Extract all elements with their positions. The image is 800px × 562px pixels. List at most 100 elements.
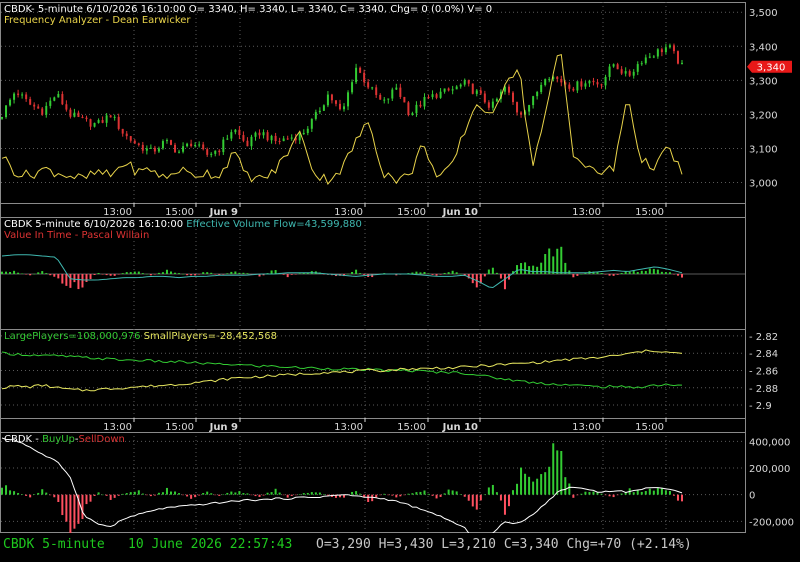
time-tick-label-0-7: 15:00 — [635, 207, 664, 218]
volume-bar — [447, 272, 450, 274]
candle-body — [322, 105, 325, 111]
players-ytick-0: - 2.82 — [749, 332, 778, 343]
volume-bar — [451, 270, 454, 274]
players-ytick-1: - 2.84 — [749, 349, 778, 360]
buysell-bar — [395, 494, 398, 498]
candle-body — [556, 76, 559, 80]
candle-body — [544, 79, 547, 85]
candle-body — [608, 66, 611, 77]
buysell-ytick-3: -200,000 — [749, 517, 794, 528]
volume-bar — [664, 272, 667, 274]
candle-body — [5, 105, 8, 118]
candle-body — [286, 138, 289, 140]
volume-bar — [113, 274, 116, 276]
buysell-bar — [53, 494, 56, 498]
volume-bar — [359, 273, 362, 274]
volume-bar — [133, 271, 136, 274]
candle-body — [121, 128, 124, 134]
candle-body — [447, 88, 450, 91]
candle-body — [624, 71, 627, 74]
candle-body — [640, 63, 643, 65]
candle-body — [636, 64, 639, 72]
buysell-bar — [668, 491, 671, 495]
volume-bar — [520, 263, 523, 274]
price-ytick-2: 3,300 — [749, 76, 778, 87]
volume-bar — [194, 274, 197, 276]
time-tick-label-0-4: 15:00 — [397, 207, 426, 218]
candle-body — [89, 119, 92, 127]
candle-body — [117, 116, 120, 129]
candle-body — [415, 104, 418, 114]
candle-body — [310, 118, 313, 129]
buysell-bar — [399, 494, 402, 497]
candle-body — [459, 84, 462, 87]
buysell-bar — [403, 494, 406, 496]
volume-bar — [540, 262, 543, 274]
candle-body — [149, 147, 152, 149]
time-tick-label-1-0: 13:00 — [103, 422, 132, 433]
volume-bar — [137, 271, 140, 274]
panel-title-volume-part-0: CBDK 5-minute 6/10/2026 16:10:00 — [4, 219, 186, 230]
buysell-bar — [9, 490, 12, 495]
candle-body — [69, 109, 72, 117]
volume-bar — [286, 274, 289, 278]
volume-bar — [548, 248, 551, 274]
candle-body — [343, 106, 346, 110]
volume-bar — [495, 272, 498, 274]
panel-subtitle-volume-part-0: Value In Time - Pascal Willain — [4, 230, 149, 241]
panel-subtitle-volume: Value In Time - Pascal Willain — [4, 230, 149, 241]
buysell-bar — [367, 494, 370, 502]
candle-body — [644, 57, 647, 64]
volume-bar — [13, 270, 16, 274]
candle-body — [592, 80, 595, 83]
chart-area[interactable]: 13:00 15:00 Jun 9 13:00 15:00 Jun 10 13:00 15:0… — [0, 0, 800, 533]
candle-body — [620, 69, 623, 74]
buysell-bar — [5, 485, 8, 495]
buysell-bar — [89, 494, 92, 502]
volume-bar — [516, 265, 519, 274]
candle-body — [548, 79, 551, 81]
volume-bar — [676, 274, 679, 276]
buysell-bar — [262, 494, 265, 496]
candle-body — [419, 104, 422, 107]
buysell-bar — [681, 494, 683, 502]
volume-bar — [25, 274, 28, 275]
buysell-bar — [455, 491, 458, 495]
buysell-bar — [415, 492, 418, 495]
volume-bar — [226, 273, 229, 274]
candle-body — [475, 90, 478, 94]
volume-bar — [37, 272, 40, 274]
buysell-bar — [169, 491, 172, 495]
buysell-bar — [109, 494, 112, 500]
buysell-bar — [29, 494, 32, 498]
candle-body — [681, 62, 683, 64]
candle-body — [427, 97, 430, 99]
buysell-bar — [149, 494, 152, 497]
candle-body — [210, 153, 213, 155]
buysell-bar — [672, 494, 675, 496]
time-tick-label-1-6: 13:00 — [572, 422, 601, 433]
candle-body — [540, 84, 543, 93]
candle-body — [290, 137, 293, 139]
volume-bar — [580, 273, 583, 275]
candle-body — [25, 94, 28, 100]
panel-frame-price — [0, 2, 746, 204]
status-bar: CBDK 5-minute 10 June 2026 22:57:43 O=3,… — [0, 533, 800, 562]
volume-bar — [572, 274, 575, 278]
buysell-bar — [286, 494, 289, 498]
buysell-bar — [520, 467, 523, 495]
buysell-bar — [153, 494, 156, 496]
panel-title-players-part-1: SmallPlayers=-28,452,568 — [140, 331, 277, 342]
buysell-bar — [214, 494, 217, 496]
frequency-analyzer-line — [1, 53, 683, 185]
candle-body — [512, 92, 515, 103]
buysell-bar — [548, 466, 551, 495]
buysell-bar — [254, 494, 257, 497]
candle-body — [214, 150, 217, 154]
buysell-bar — [117, 494, 120, 496]
volume-bar — [73, 274, 76, 283]
candle-body — [97, 120, 100, 123]
volume-bar — [503, 274, 506, 290]
volume-bar — [105, 274, 108, 276]
candle-body — [190, 143, 193, 147]
